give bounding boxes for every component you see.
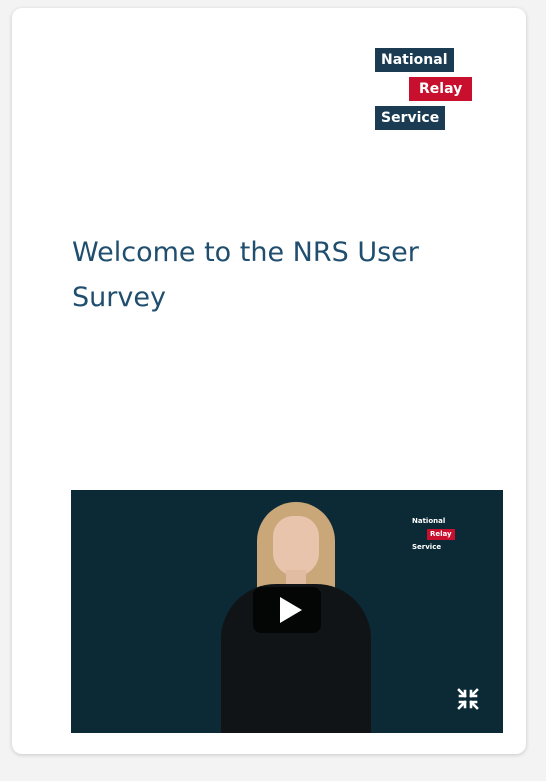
logo-relay: Relay [409,77,473,101]
watermark-national: National [412,517,446,525]
fullscreen-icon [457,688,479,710]
play-button[interactable] [253,587,321,633]
presenter-face [273,516,319,576]
play-icon [280,597,302,623]
survey-card: National Relay Service Welcome to the NR… [12,8,526,754]
video-watermark-logo: National Relay Service [409,516,469,564]
nrs-logo: National Relay Service [375,48,485,143]
logo-service: Service [375,106,446,130]
watermark-relay: Relay [427,529,455,540]
fullscreen-button[interactable] [455,686,481,712]
logo-national: National [375,48,454,72]
video-player[interactable]: National Relay Service [71,490,503,733]
page-title: Welcome to the NRS User Survey [72,237,419,313]
watermark-service: Service [412,543,442,551]
